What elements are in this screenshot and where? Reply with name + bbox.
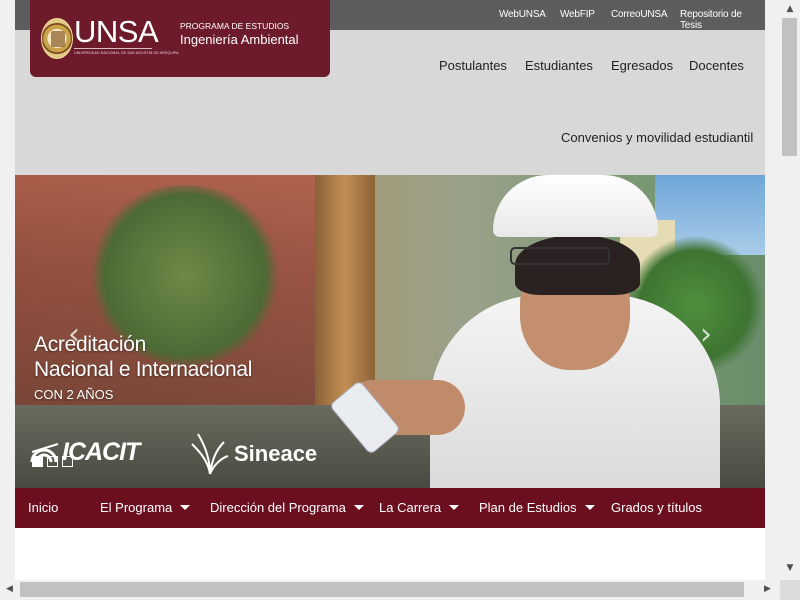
program-name: Ingeniería Ambiental xyxy=(180,32,299,47)
slider-dot-1[interactable] xyxy=(32,456,43,467)
program-label: PROGRAMA DE ESTUDIOS xyxy=(180,21,290,31)
university-seal-icon xyxy=(41,18,73,59)
menu-item-label: Grados y títulos xyxy=(611,500,703,515)
program-menu-bar: Inicio El Programa Dirección del Program… xyxy=(15,488,765,528)
slider-pagination xyxy=(32,456,73,467)
menu-item-label: Inicio xyxy=(28,500,59,515)
content-area xyxy=(15,528,765,580)
site-logo[interactable]: UNSA UNIVERSIDAD NACIONAL DE SAN AGUSTIN… xyxy=(30,0,330,77)
link-webfip[interactable]: WebFIP xyxy=(560,9,595,20)
slider-dot-2[interactable] xyxy=(47,456,58,467)
sineace-logo: Sineace xyxy=(190,430,317,478)
link-correounsa[interactable]: CorreoUNSA xyxy=(611,9,668,20)
menu-item-plan-estudios[interactable]: Plan de Estudios xyxy=(479,500,595,515)
menu-item-la-carrera[interactable]: La Carrera xyxy=(379,500,460,515)
nav-item-estudiantes[interactable]: Estudiantes xyxy=(525,58,593,73)
vertical-scroll-thumb[interactable] xyxy=(782,18,797,156)
logo-wordmark: UNSA xyxy=(74,14,159,49)
hero-photo-hard-hat xyxy=(493,175,658,237)
hero-subtitle: CON 2 AÑOS xyxy=(34,387,114,402)
caret-down-icon xyxy=(449,505,460,510)
menu-item-direccion[interactable]: Dirección del Programa xyxy=(210,500,364,515)
hero-title-line-2: Nacional e Internacional xyxy=(34,358,253,381)
hero-slider: Acreditación Nacional e Internacional CO… xyxy=(15,175,765,488)
menu-item-el-programa[interactable]: El Programa xyxy=(100,500,191,515)
scroll-left-icon[interactable]: ◀ xyxy=(6,584,13,594)
caret-down-icon xyxy=(180,505,191,510)
chevron-left-icon[interactable]: ‹ xyxy=(63,320,85,350)
slider-dot-3[interactable] xyxy=(62,456,73,467)
hero-photo-glasses xyxy=(510,247,610,265)
sineace-mark-icon xyxy=(191,433,229,475)
logo-subtitle: UNIVERSIDAD NACIONAL DE SAN AGUSTIN DE A… xyxy=(74,51,179,55)
horizontal-scroll-thumb[interactable] xyxy=(20,582,744,597)
nav-item-convenios[interactable]: Convenios y movilidad estudiantil xyxy=(561,130,753,145)
menu-item-label: Dirección del Programa xyxy=(210,500,346,515)
sineace-text: Sineace xyxy=(234,441,318,466)
page: WebUNSA WebFIP CorreoUNSA Repositorio de… xyxy=(15,0,765,580)
menu-item-grados-titulos[interactable]: Grados y títulos xyxy=(611,500,702,515)
link-repositorio-tesis[interactable]: Repositorio de Tesis xyxy=(680,9,765,31)
nav-item-docentes[interactable]: Docentes xyxy=(689,58,744,73)
horizontal-scrollbar[interactable]: ◀ ▶ xyxy=(0,580,780,600)
nav-item-egresados[interactable]: Egresados xyxy=(611,58,673,73)
menu-item-label: Plan de Estudios xyxy=(479,500,577,515)
scroll-up-icon[interactable]: ▲ xyxy=(784,4,796,14)
menu-item-label: La Carrera xyxy=(379,500,442,515)
hero-photo-hair xyxy=(515,235,640,295)
menu-item-inicio[interactable]: Inicio xyxy=(28,500,58,515)
vertical-scrollbar[interactable]: ▲ ▼ xyxy=(780,0,800,580)
icacit-text: ICACIT xyxy=(62,438,140,466)
scroll-right-icon[interactable]: ▶ xyxy=(764,584,771,594)
hero-title-line-1: Acreditación xyxy=(34,333,146,356)
nav-item-postulantes[interactable]: Postulantes xyxy=(439,58,507,73)
chevron-right-icon[interactable]: › xyxy=(695,320,717,350)
link-webunsa[interactable]: WebUNSA xyxy=(499,9,546,20)
scrollbar-corner xyxy=(780,580,800,600)
caret-down-icon xyxy=(584,505,595,510)
caret-down-icon xyxy=(353,505,364,510)
menu-item-label: El Programa xyxy=(100,500,173,515)
logo-divider xyxy=(74,48,152,49)
scroll-down-icon[interactable]: ▼ xyxy=(784,563,796,573)
